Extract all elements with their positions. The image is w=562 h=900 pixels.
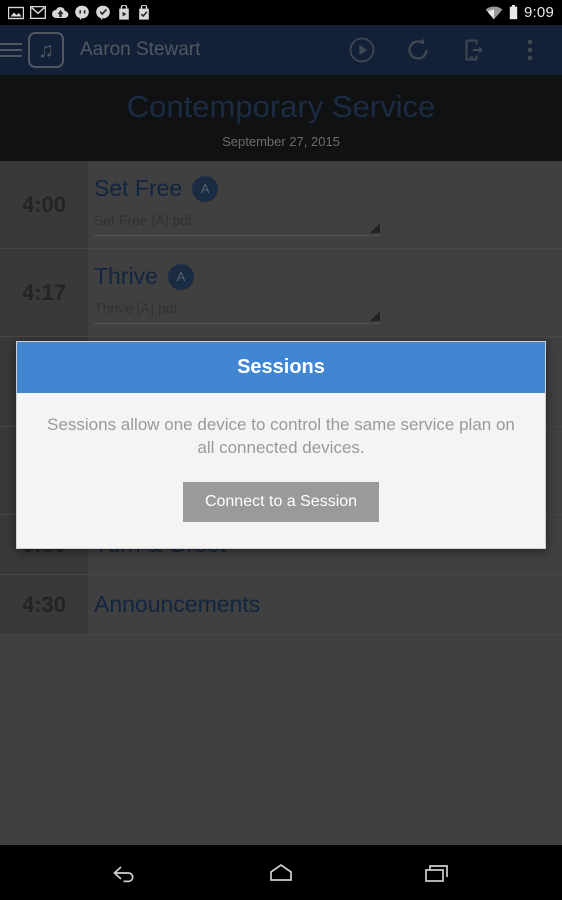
refresh-icon — [408, 38, 428, 60]
app-bar: ♫ Aaron Stewart — [0, 25, 562, 75]
status-bar: 9:09 — [0, 0, 562, 25]
drive-upload-icon — [52, 7, 69, 18]
navigation-bar — [0, 845, 562, 900]
hamburger-icon[interactable] — [0, 43, 22, 57]
play-store-icon — [119, 5, 129, 20]
sessions-dialog: Sessions Sessions allow one device to co… — [16, 341, 546, 549]
battery-icon — [509, 5, 518, 20]
play-circle-icon — [349, 37, 375, 63]
app-bar-actions — [334, 25, 562, 75]
dialog-title: Sessions — [17, 342, 545, 393]
device-connect-icon — [465, 39, 483, 61]
status-bar-notification-icons — [8, 5, 151, 20]
overflow-menu-button[interactable] — [502, 25, 558, 75]
dialog-message: Sessions allow one device to control the… — [47, 415, 515, 457]
back-arrow-icon — [113, 865, 134, 882]
connect-to-session-button[interactable]: Connect to a Session — [182, 481, 380, 522]
home-button[interactable] — [253, 845, 309, 900]
recents-icon — [425, 864, 448, 882]
app-bar-title: Aaron Stewart — [80, 39, 201, 60]
home-icon — [270, 863, 292, 881]
recents-button[interactable] — [409, 845, 465, 900]
status-bar-clock: 9:09 — [524, 4, 554, 21]
status-bar-system-icons: 9:09 — [485, 4, 554, 21]
photo-icon — [8, 6, 24, 19]
play-button[interactable] — [334, 25, 390, 75]
check-badge-icon — [96, 5, 110, 20]
session-connect-button[interactable] — [446, 25, 502, 75]
gmail-icon — [30, 6, 46, 19]
device-screen: 9:09 ♫ Aaron Stewart Contemporary Servic… — [0, 0, 562, 900]
more-vert-icon — [527, 39, 533, 61]
shopping-check-icon — [139, 5, 149, 20]
dialog-body: Sessions allow one device to control the… — [17, 393, 545, 548]
wifi-icon — [485, 6, 503, 19]
back-button[interactable] — [97, 845, 153, 900]
hangouts-icon — [75, 5, 89, 20]
refresh-button[interactable] — [390, 25, 446, 75]
music-note-icon: ♫ — [28, 32, 64, 68]
